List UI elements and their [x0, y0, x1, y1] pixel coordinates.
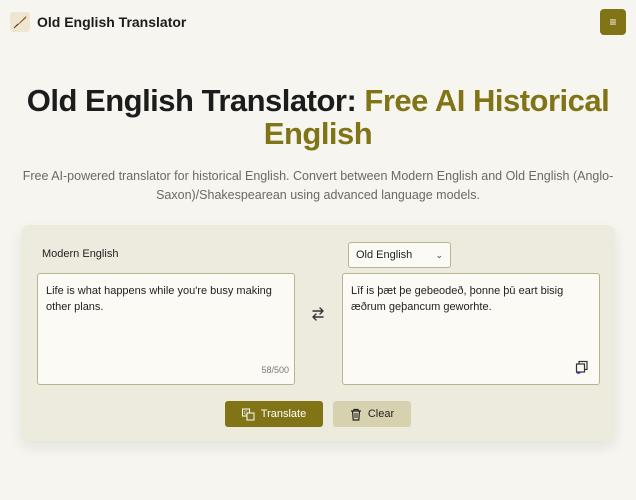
translate-icon: G — [241, 408, 255, 420]
brand-title[interactable]: Old English Translator — [37, 14, 186, 30]
clear-label: Clear — [367, 408, 395, 420]
top-header: Old English Translator ≡ — [0, 0, 636, 44]
trash-icon — [350, 408, 361, 421]
svg-text:G: G — [244, 410, 248, 416]
quill-icon — [10, 12, 30, 32]
translate-label: Translate — [260, 408, 307, 420]
output-text: Līf is þæt þe gebeodeð, þonne þū eart bi… — [351, 285, 564, 313]
clear-button[interactable]: Clear — [333, 401, 411, 427]
chevron-down-icon: ⌄ — [435, 249, 443, 260]
swap-languages-icon[interactable] — [309, 305, 327, 323]
page-subtitle: Free AI-powered translator for historica… — [22, 169, 614, 202]
output-text-area: Līf is þæt þe gebeodeð, þonne þū eart bi… — [342, 273, 600, 385]
char-count: 58/500 — [261, 365, 289, 375]
page-title: Old English Translator: Free AI Historic… — [0, 84, 636, 150]
source-text-input[interactable]: Life is what happens while you're busy m… — [37, 273, 295, 385]
copy-icon[interactable] — [575, 360, 589, 374]
title-part-dark: Old English Translator: — [26, 83, 365, 118]
target-language-select[interactable]: Old English ⌄ — [348, 242, 451, 268]
target-language-value: Old English — [356, 249, 413, 261]
source-text: Life is what happens while you're busy m… — [46, 285, 272, 313]
translator-card: Modern English Old English ⌄ Life is wha… — [21, 225, 615, 441]
source-language-label: Modern English — [42, 248, 119, 260]
hamburger-icon: ≡ — [609, 15, 617, 29]
translate-button[interactable]: G Translate — [225, 401, 323, 427]
menu-button[interactable]: ≡ — [600, 9, 626, 35]
